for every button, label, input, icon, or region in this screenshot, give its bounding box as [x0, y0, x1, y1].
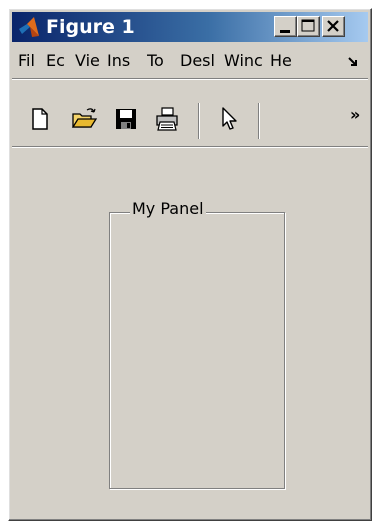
toolbar-overflow-button[interactable]: » — [350, 105, 360, 124]
figure-canvas[interactable]: My Panel — [12, 159, 368, 517]
close-button[interactable] — [322, 16, 345, 37]
toolbar-separator — [198, 103, 200, 139]
maximize-button[interactable] — [297, 16, 320, 37]
menu-insert[interactable]: Ins — [107, 47, 140, 75]
uipanel[interactable] — [109, 212, 285, 489]
close-icon — [327, 20, 339, 32]
toolbar-separator — [258, 103, 260, 139]
floppy-disk-icon — [116, 109, 136, 129]
menu-desktop[interactable]: Desl — [180, 47, 217, 75]
figure-toolbar: » — [12, 81, 368, 141]
menu-toolbar-divider — [12, 78, 368, 80]
arrow-pointer-icon — [222, 107, 237, 130]
printer-icon — [156, 107, 178, 131]
new-figure-button[interactable] — [25, 105, 53, 133]
window-title: Figure 1 — [46, 16, 135, 38]
menu-tools[interactable]: To — [147, 47, 173, 75]
toolbar-figure-divider — [12, 146, 368, 148]
menu-bar: Fil Ec Vie Ins To Desl Winc He — [12, 47, 368, 75]
panel-title: My Panel — [130, 199, 206, 219]
title-bar[interactable]: Figure 1 — [12, 12, 368, 42]
figure-window: Figure 1 Fil Ec Vie Ins To Desl Winc He — [8, 8, 372, 521]
chevron-down-right-icon[interactable] — [346, 55, 360, 69]
menu-view[interactable]: Vie — [75, 47, 101, 75]
print-figure-button[interactable] — [153, 105, 181, 133]
menu-help[interactable]: He — [270, 47, 296, 75]
menu-file[interactable]: Fil — [18, 47, 40, 75]
minimize-icon — [280, 30, 290, 33]
edit-plot-button[interactable] — [214, 105, 242, 133]
save-figure-button[interactable] — [112, 105, 140, 133]
new-document-icon — [32, 108, 48, 130]
menu-edit[interactable]: Ec — [46, 47, 68, 75]
open-folder-icon — [71, 108, 98, 128]
menu-window[interactable]: Winc — [224, 47, 264, 75]
matlab-logo-icon — [19, 17, 39, 37]
minimize-button[interactable] — [274, 16, 297, 37]
open-file-button[interactable] — [70, 105, 98, 133]
maximize-icon — [301, 19, 315, 32]
